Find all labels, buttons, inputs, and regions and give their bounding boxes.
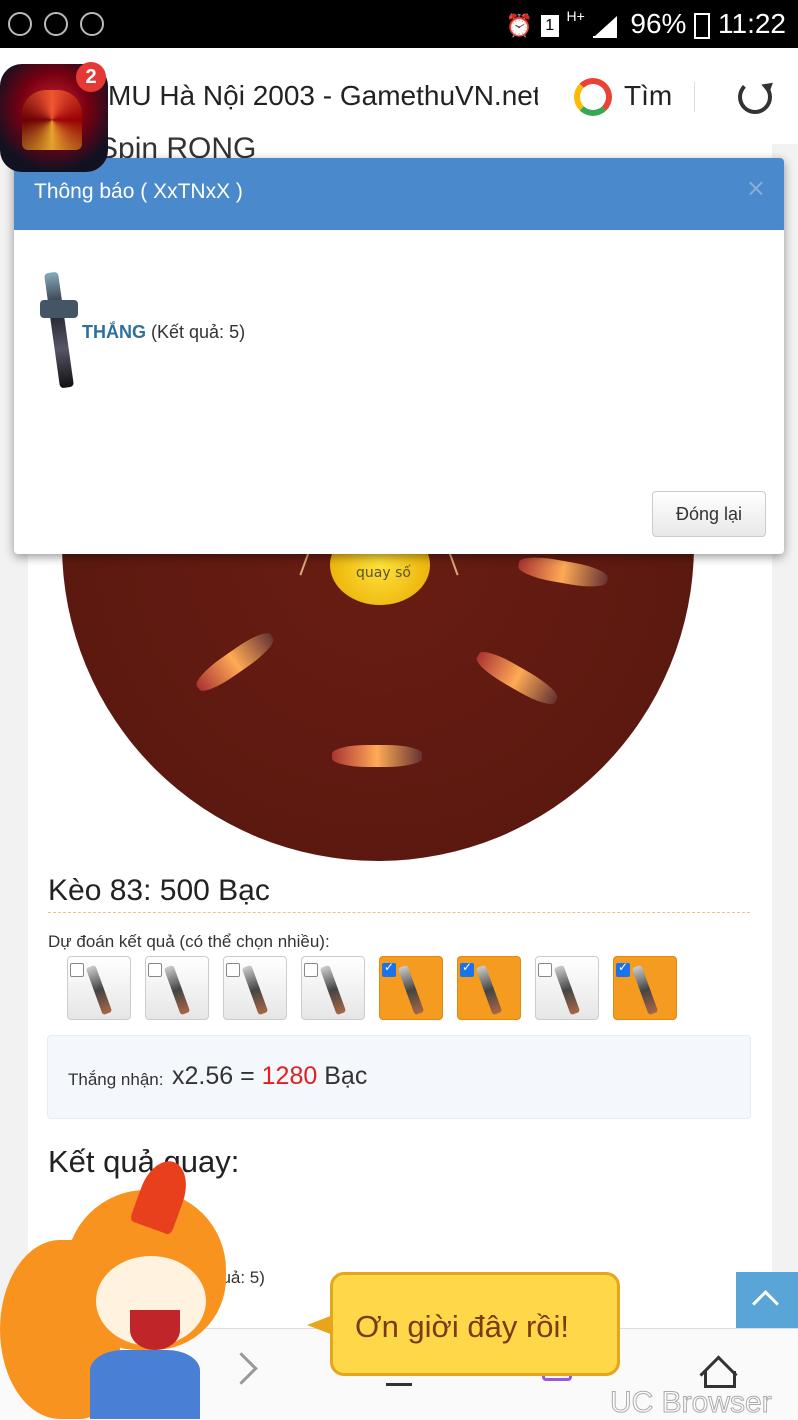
- checkbox[interactable]: [538, 963, 552, 977]
- status-right: ⏰ 1 H+ 96% 11:22: [506, 8, 786, 40]
- weapon-icon: [85, 964, 113, 1016]
- weapon-icon: [631, 964, 659, 1016]
- close-icon[interactable]: ×: [746, 174, 766, 202]
- weapon-icon: [163, 964, 191, 1016]
- item-choice-6[interactable]: [457, 956, 521, 1020]
- divider: [694, 82, 695, 112]
- divider: [48, 912, 750, 913]
- checkbox[interactable]: [616, 960, 630, 977]
- speech-text: Ơn giời đây rồi!: [355, 1309, 570, 1344]
- refresh-icon[interactable]: [738, 80, 772, 114]
- weapon-icon: [475, 964, 503, 1016]
- brand-watermark: UC Browser: [610, 1386, 773, 1420]
- bet-title: Kèo 83: 500 Bạc: [48, 874, 270, 907]
- menu-icon[interactable]: [386, 1383, 412, 1386]
- item-choice-2[interactable]: [145, 956, 209, 1020]
- item-choice-1[interactable]: [67, 956, 131, 1020]
- weapon-icon: [319, 964, 347, 1016]
- battery-percent: 96%: [630, 8, 687, 39]
- speech-bubble[interactable]: Ơn giời đây rồi!: [307, 1272, 620, 1376]
- predict-label: Dự đoán kết quả (có thể chọn nhiều):: [48, 932, 330, 951]
- mascot-body: [90, 1350, 200, 1419]
- win-summary: Thắng nhận: x2.56 = 1280 Bạc: [47, 1035, 751, 1119]
- sim-icon: 1: [540, 14, 559, 37]
- item-choice-5[interactable]: [379, 956, 443, 1020]
- mascot-squirrel[interactable]: [0, 1154, 280, 1419]
- item-choice-3[interactable]: [223, 956, 287, 1020]
- checkbox[interactable]: [226, 963, 240, 977]
- page-title[interactable]: MU Hà Nội 2003 - GamethuVN.net: [108, 80, 538, 112]
- weapon-icon: [36, 271, 82, 389]
- blade-shape: [43, 271, 75, 389]
- notification-modal: Thông báo ( XxTNxX ) × THẮNG (Kết quả: 5…: [14, 158, 784, 554]
- win-currency: Bạc: [324, 1062, 368, 1090]
- modal-header: Thông báo ( XxTNxX ) ×: [14, 158, 784, 230]
- scroll-top-button[interactable]: [736, 1272, 798, 1328]
- notification-badge: 2: [76, 62, 106, 92]
- weapon-icon: [397, 964, 425, 1016]
- win-label: Thắng nhận:: [68, 1070, 164, 1089]
- item-choice-8[interactable]: [613, 956, 677, 1020]
- home-icon[interactable]: [700, 1355, 736, 1388]
- item-choice-7[interactable]: [535, 956, 599, 1020]
- network-type: H+: [566, 8, 585, 24]
- app-icon: [80, 12, 104, 36]
- win-calculation: x2.56 = 1280 Bạc: [172, 1062, 367, 1091]
- checkbox[interactable]: [460, 960, 474, 977]
- signal-icon: [592, 14, 617, 38]
- search-button[interactable]: Tìm: [624, 80, 672, 112]
- checkbox[interactable]: [382, 960, 396, 977]
- result-word: THẮNG: [82, 322, 146, 342]
- battery-icon: [694, 12, 711, 39]
- status-bar: ⏰ 1 H+ 96% 11:22: [0, 0, 798, 48]
- win-multiplier: x2.56 =: [172, 1062, 255, 1090]
- win-amount: 1280: [261, 1062, 318, 1090]
- alarm-icon: ⏰: [505, 13, 533, 38]
- wheel-item: [332, 745, 422, 767]
- clock: 11:22: [718, 8, 786, 39]
- address-bar[interactable]: MU Hà Nội 2003 - GamethuVN.net Tìm: [0, 48, 798, 145]
- chat-icon: [44, 12, 68, 36]
- spin-label: quay số: [356, 565, 411, 581]
- checkbox[interactable]: [304, 963, 318, 977]
- weapon-icon: [553, 964, 581, 1016]
- messenger-icon: [8, 12, 32, 36]
- checkbox[interactable]: [70, 963, 84, 977]
- item-choices: [67, 956, 687, 1024]
- guard-shape: [40, 300, 78, 318]
- google-icon[interactable]: [574, 78, 612, 116]
- item-choice-4[interactable]: [301, 956, 365, 1020]
- close-button[interactable]: Đóng lại: [652, 491, 766, 537]
- mascot-mouth: [130, 1310, 180, 1350]
- weapon-icon: [241, 964, 269, 1016]
- modal-result: THẮNG (Kết quả: 5): [82, 322, 245, 343]
- modal-title: Thông báo ( XxTNxX ): [34, 180, 243, 203]
- result-detail: (Kết quả: 5): [151, 322, 246, 342]
- checkbox[interactable]: [148, 963, 162, 977]
